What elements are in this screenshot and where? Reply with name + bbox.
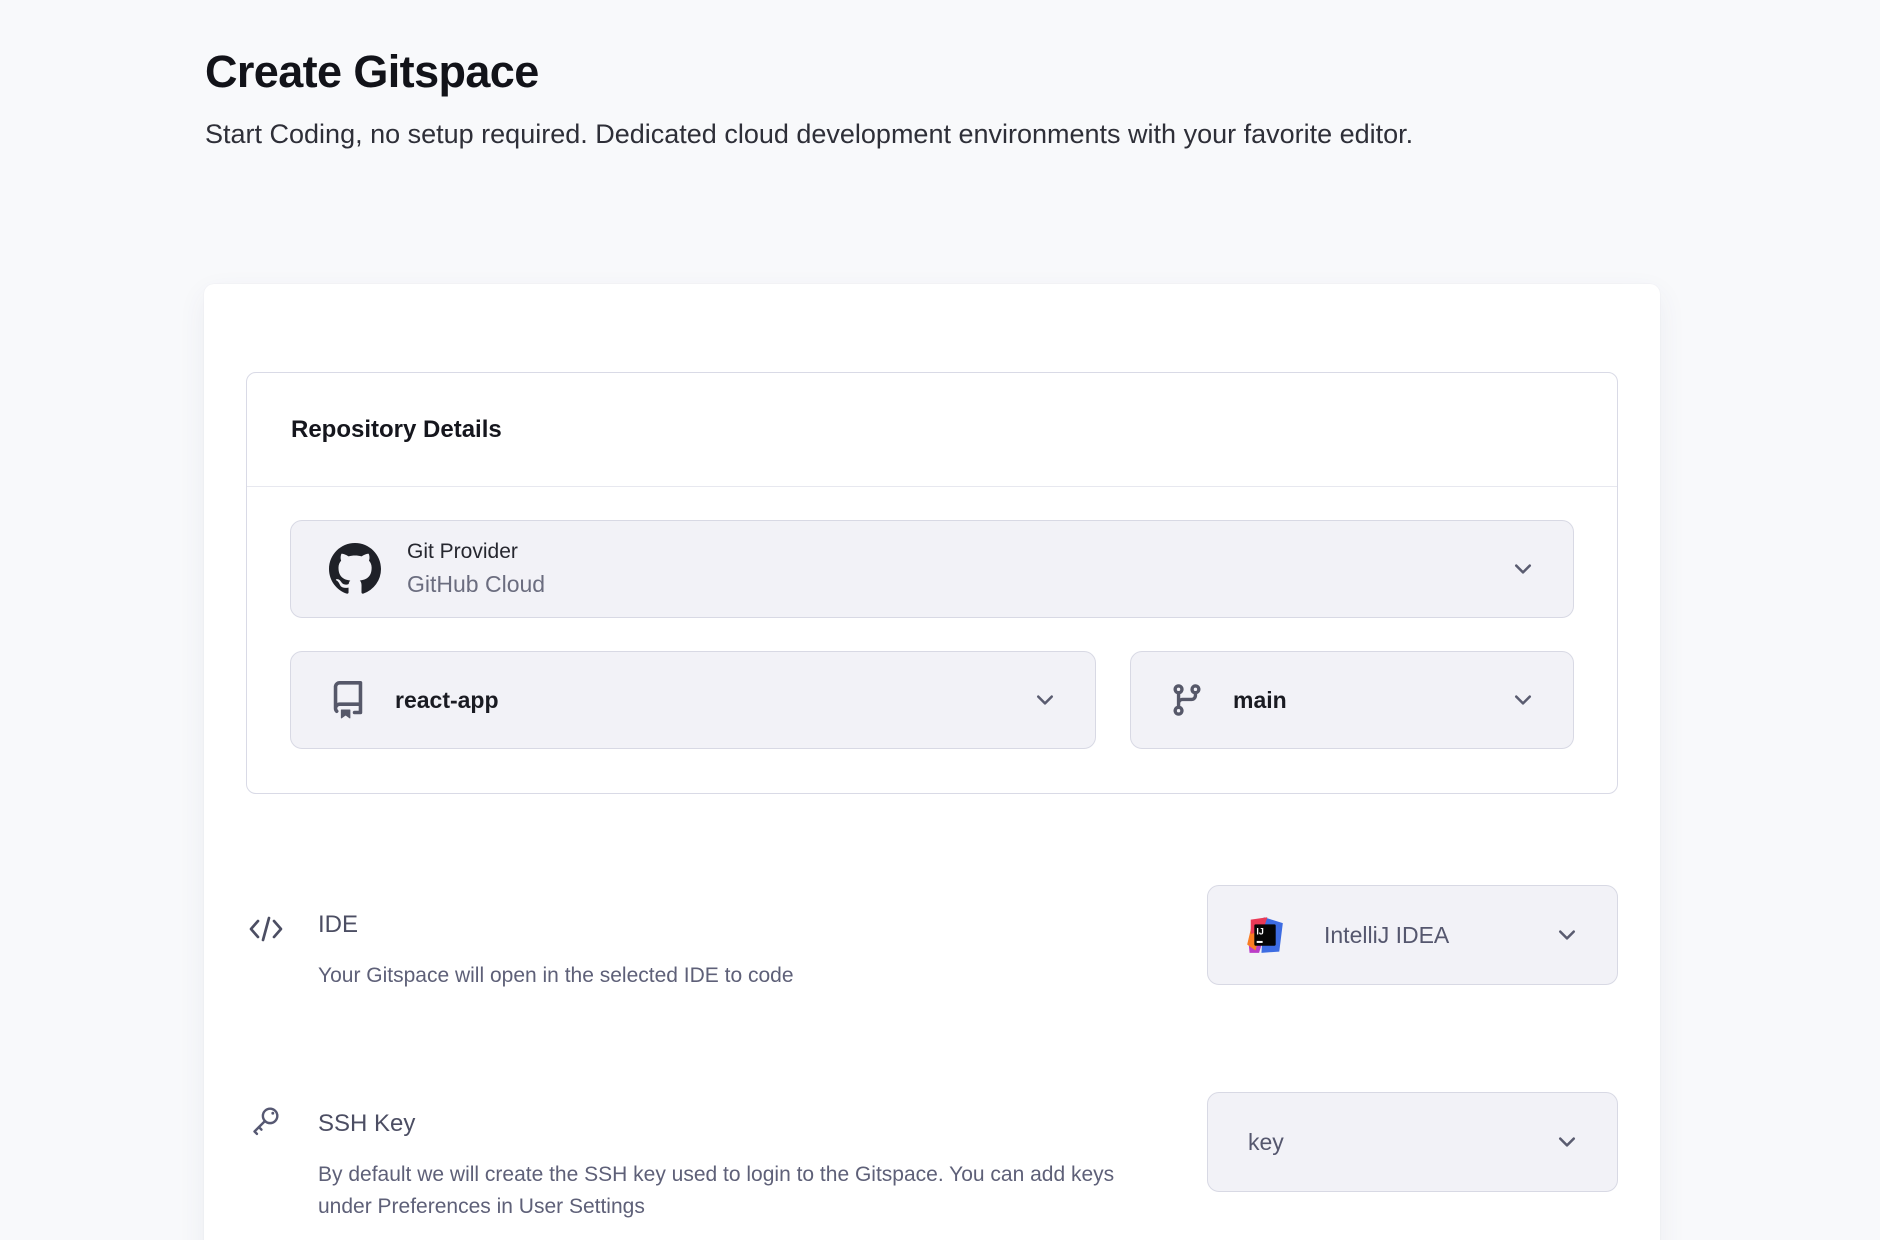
gitspace-form-panel: Repository Details Git Provider GitHub C… <box>204 284 1660 1240</box>
svg-text:IJ: IJ <box>1256 926 1263 936</box>
page-title: Create Gitspace <box>205 46 539 98</box>
branch-value: main <box>1233 687 1287 714</box>
ide-texts: IDE Your Gitspace will open in the selec… <box>318 885 1128 992</box>
chevron-down-icon <box>1555 923 1579 947</box>
git-provider-label: Git Provider <box>407 540 545 564</box>
ssh-key-label: SSH Key <box>318 1110 1128 1138</box>
repo-icon <box>329 681 367 719</box>
git-provider-value: GitHub Cloud <box>407 571 545 598</box>
chevron-down-icon <box>1511 688 1535 712</box>
ide-select[interactable]: IJ IntelliJ IDEA <box>1207 885 1618 985</box>
chevron-down-icon <box>1511 557 1535 581</box>
git-provider-texts: Git Provider GitHub Cloud <box>407 540 545 598</box>
repository-select[interactable]: react-app <box>290 651 1096 749</box>
ide-selected-value: IntelliJ IDEA <box>1324 922 1449 949</box>
repository-details-title: Repository Details <box>291 416 502 444</box>
page-subtitle: Start Coding, no setup required. Dedicat… <box>205 115 1675 153</box>
key-icon <box>248 1092 318 1223</box>
git-branch-icon <box>1169 682 1205 718</box>
chevron-down-icon <box>1555 1130 1579 1154</box>
repository-value: react-app <box>395 687 499 714</box>
branch-select[interactable]: main <box>1130 651 1574 749</box>
ssh-key-description: By default we will create the SSH key us… <box>318 1159 1128 1223</box>
ssh-key-select[interactable]: key <box>1207 1092 1618 1192</box>
intellij-idea-logo: IJ <box>1246 916 1284 954</box>
ssh-texts: SSH Key By default we will create the SS… <box>318 1092 1128 1223</box>
create-gitspace-page: Create Gitspace Start Coding, no setup r… <box>0 0 1880 1240</box>
git-provider-select[interactable]: Git Provider GitHub Cloud <box>290 520 1574 618</box>
ide-section: IDE Your Gitspace will open in the selec… <box>248 885 1618 992</box>
chevron-down-icon <box>1033 688 1057 712</box>
ide-description: Your Gitspace will open in the selected … <box>318 960 1128 992</box>
repository-details-body: Git Provider GitHub Cloud <box>247 487 1617 793</box>
ssh-key-section: SSH Key By default we will create the SS… <box>248 1092 1618 1223</box>
code-icon <box>248 885 318 992</box>
ssh-section-left: SSH Key By default we will create the SS… <box>248 1092 1128 1223</box>
ide-label: IDE <box>318 911 1128 939</box>
repository-details-card: Repository Details Git Provider GitHub C… <box>246 372 1618 794</box>
repository-details-header: Repository Details <box>247 373 1617 487</box>
github-icon <box>329 543 381 595</box>
repo-branch-row: react-app main <box>290 651 1574 749</box>
ide-section-left: IDE Your Gitspace will open in the selec… <box>248 885 1128 992</box>
ssh-key-selected-value: key <box>1248 1129 1284 1156</box>
